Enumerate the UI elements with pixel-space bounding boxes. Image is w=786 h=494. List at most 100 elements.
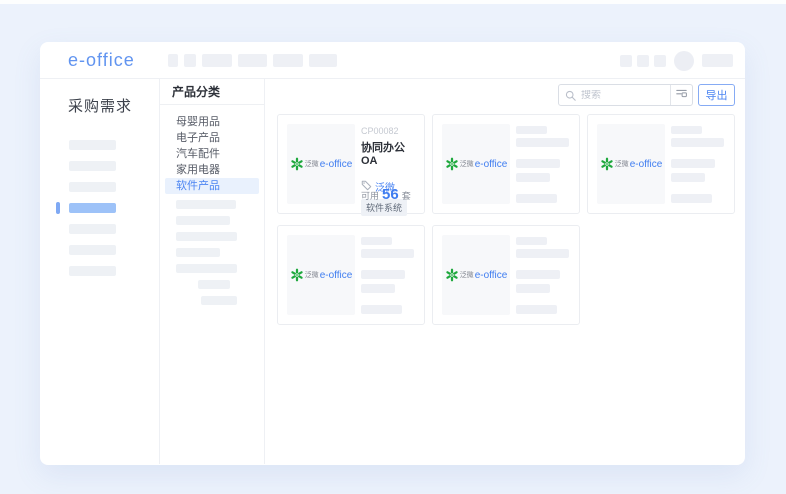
left-sidebar: 采购需求: [40, 79, 160, 464]
search-box: [558, 84, 693, 106]
page-title: 采购需求: [68, 95, 159, 116]
category-item-placeholder[interactable]: [176, 200, 236, 209]
category-item[interactable]: 电子产品: [160, 130, 264, 146]
app-window: e-office 采购需求: [40, 42, 745, 465]
product-card-placeholder[interactable]: 泛微 e-office: [432, 114, 580, 214]
sidebar-item-active[interactable]: [40, 203, 159, 213]
skeleton-bar: [516, 159, 560, 168]
product-card-placeholder[interactable]: 泛微 e-office: [277, 225, 425, 325]
weaver-pinwheel-icon: [445, 157, 459, 171]
category-subitem-placeholder[interactable]: [201, 296, 237, 305]
skeleton-bar: [516, 173, 550, 182]
active-indicator: [56, 202, 60, 214]
sidebar-item-placeholder[interactable]: [40, 140, 159, 150]
weaver-eoffice-logo: 泛微 e-office: [290, 268, 353, 282]
skeleton-bar: [516, 126, 547, 134]
category-item-placeholder[interactable]: [176, 264, 237, 273]
skeleton-bar: [671, 126, 702, 134]
search-icon: [565, 90, 576, 101]
skeleton-bar: [361, 305, 402, 314]
sidebar-item-placeholder[interactable]: [40, 182, 159, 192]
category-list: 母婴用品 电子产品 汽车配件 家用电器 软件产品: [160, 105, 264, 305]
skeleton-bar: [516, 270, 560, 279]
product-info: CP00082 协同办公OA 泛微 软件系统 可用 56 套: [361, 124, 415, 204]
skeleton-bar: [516, 194, 557, 203]
category-item[interactable]: 母婴用品: [160, 114, 264, 130]
product-image: 泛微 e-office: [287, 235, 355, 315]
skeleton-bar: [516, 305, 557, 314]
search-input[interactable]: [579, 90, 670, 101]
top-strip: [0, 0, 786, 4]
app-logo: e-office: [68, 42, 135, 79]
skeleton-bar: [361, 237, 392, 245]
main-content: 导出 泛微 e-office CP00082 协同办公OA: [265, 79, 745, 464]
product-card-placeholder[interactable]: 泛微 e-office: [587, 114, 735, 214]
category-panel: 产品分类 母婴用品 电子产品 汽车配件 家用电器 软件产品: [160, 79, 265, 464]
header-action-icon-placeholder[interactable]: [620, 55, 632, 67]
category-item-selected[interactable]: 软件产品: [165, 178, 259, 194]
skeleton-bar: [671, 173, 705, 182]
weaver-pinwheel-icon: [290, 157, 304, 171]
product-card-grid: 泛微 e-office CP00082 协同办公OA 泛微: [277, 114, 735, 325]
nav-item-placeholder[interactable]: [309, 54, 337, 67]
product-info-skeleton: [516, 235, 570, 315]
nav-item-placeholder[interactable]: [168, 54, 178, 67]
nav-item-placeholder[interactable]: [202, 54, 232, 67]
weaver-eoffice-logo: 泛微 e-office: [445, 157, 508, 171]
category-panel-title: 产品分类: [160, 79, 264, 105]
username-placeholder: [702, 54, 733, 67]
availability-count: 56: [382, 186, 399, 203]
sidebar-item-placeholder[interactable]: [40, 245, 159, 255]
availability-label: 可用: [361, 189, 379, 202]
category-item-placeholder[interactable]: [176, 216, 230, 225]
skeleton-bar: [516, 249, 569, 258]
product-image: 泛微 e-office: [287, 124, 355, 204]
weaver-eoffice-logo: 泛微 e-office: [600, 157, 663, 171]
weaver-eoffice-logo: 泛微 e-office: [290, 157, 353, 171]
product-image: 泛微 e-office: [442, 124, 510, 204]
toolbar: 导出: [277, 84, 735, 106]
category-item[interactable]: 汽车配件: [160, 146, 264, 162]
export-button[interactable]: 导出: [698, 84, 735, 106]
app-header: e-office: [40, 42, 745, 79]
filter-addon[interactable]: [670, 85, 692, 105]
header-action-icon-placeholder[interactable]: [654, 55, 666, 67]
skeleton-bar: [361, 270, 405, 279]
header-actions: [620, 42, 733, 79]
skeleton-bar: [516, 138, 569, 147]
availability: 可用 56 套: [361, 186, 411, 203]
weaver-pinwheel-icon: [600, 157, 614, 171]
skeleton-bar: [516, 237, 547, 245]
availability-unit: 套: [402, 189, 411, 202]
product-code: CP00082: [361, 126, 415, 136]
sidebar-item-placeholder[interactable]: [40, 224, 159, 234]
nav-item-placeholder[interactable]: [238, 54, 267, 67]
weaver-pinwheel-icon: [290, 268, 304, 282]
category-item-placeholder[interactable]: [176, 248, 220, 257]
sidebar-item-placeholder[interactable]: [40, 266, 159, 276]
category-item[interactable]: 家用电器: [160, 162, 264, 178]
product-info-skeleton: [361, 235, 415, 315]
product-card-placeholder[interactable]: 泛微 e-office: [432, 225, 580, 325]
product-info-skeleton: [671, 124, 725, 204]
product-name: 协同办公OA: [361, 139, 415, 167]
category-item-placeholder[interactable]: [176, 232, 237, 241]
skeleton-bar: [671, 138, 724, 147]
nav-item-placeholder[interactable]: [184, 54, 196, 67]
top-nav-menu: [168, 54, 337, 67]
header-action-icon-placeholder[interactable]: [637, 55, 649, 67]
filter-icon: [675, 86, 688, 104]
category-subitem-placeholder[interactable]: [198, 280, 230, 289]
sidebar-item-placeholder[interactable]: [40, 161, 159, 171]
product-info-skeleton: [516, 124, 570, 204]
skeleton-bar: [361, 284, 395, 293]
skeleton-bar: [361, 249, 414, 258]
sidebar-menu: [40, 140, 159, 276]
weaver-pinwheel-icon: [445, 268, 459, 282]
skeleton-bar: [671, 194, 712, 203]
product-image: 泛微 e-office: [442, 235, 510, 315]
avatar[interactable]: [674, 51, 694, 71]
product-card[interactable]: 泛微 e-office CP00082 协同办公OA 泛微: [277, 114, 425, 214]
nav-item-placeholder[interactable]: [273, 54, 303, 67]
skeleton-bar: [516, 284, 550, 293]
